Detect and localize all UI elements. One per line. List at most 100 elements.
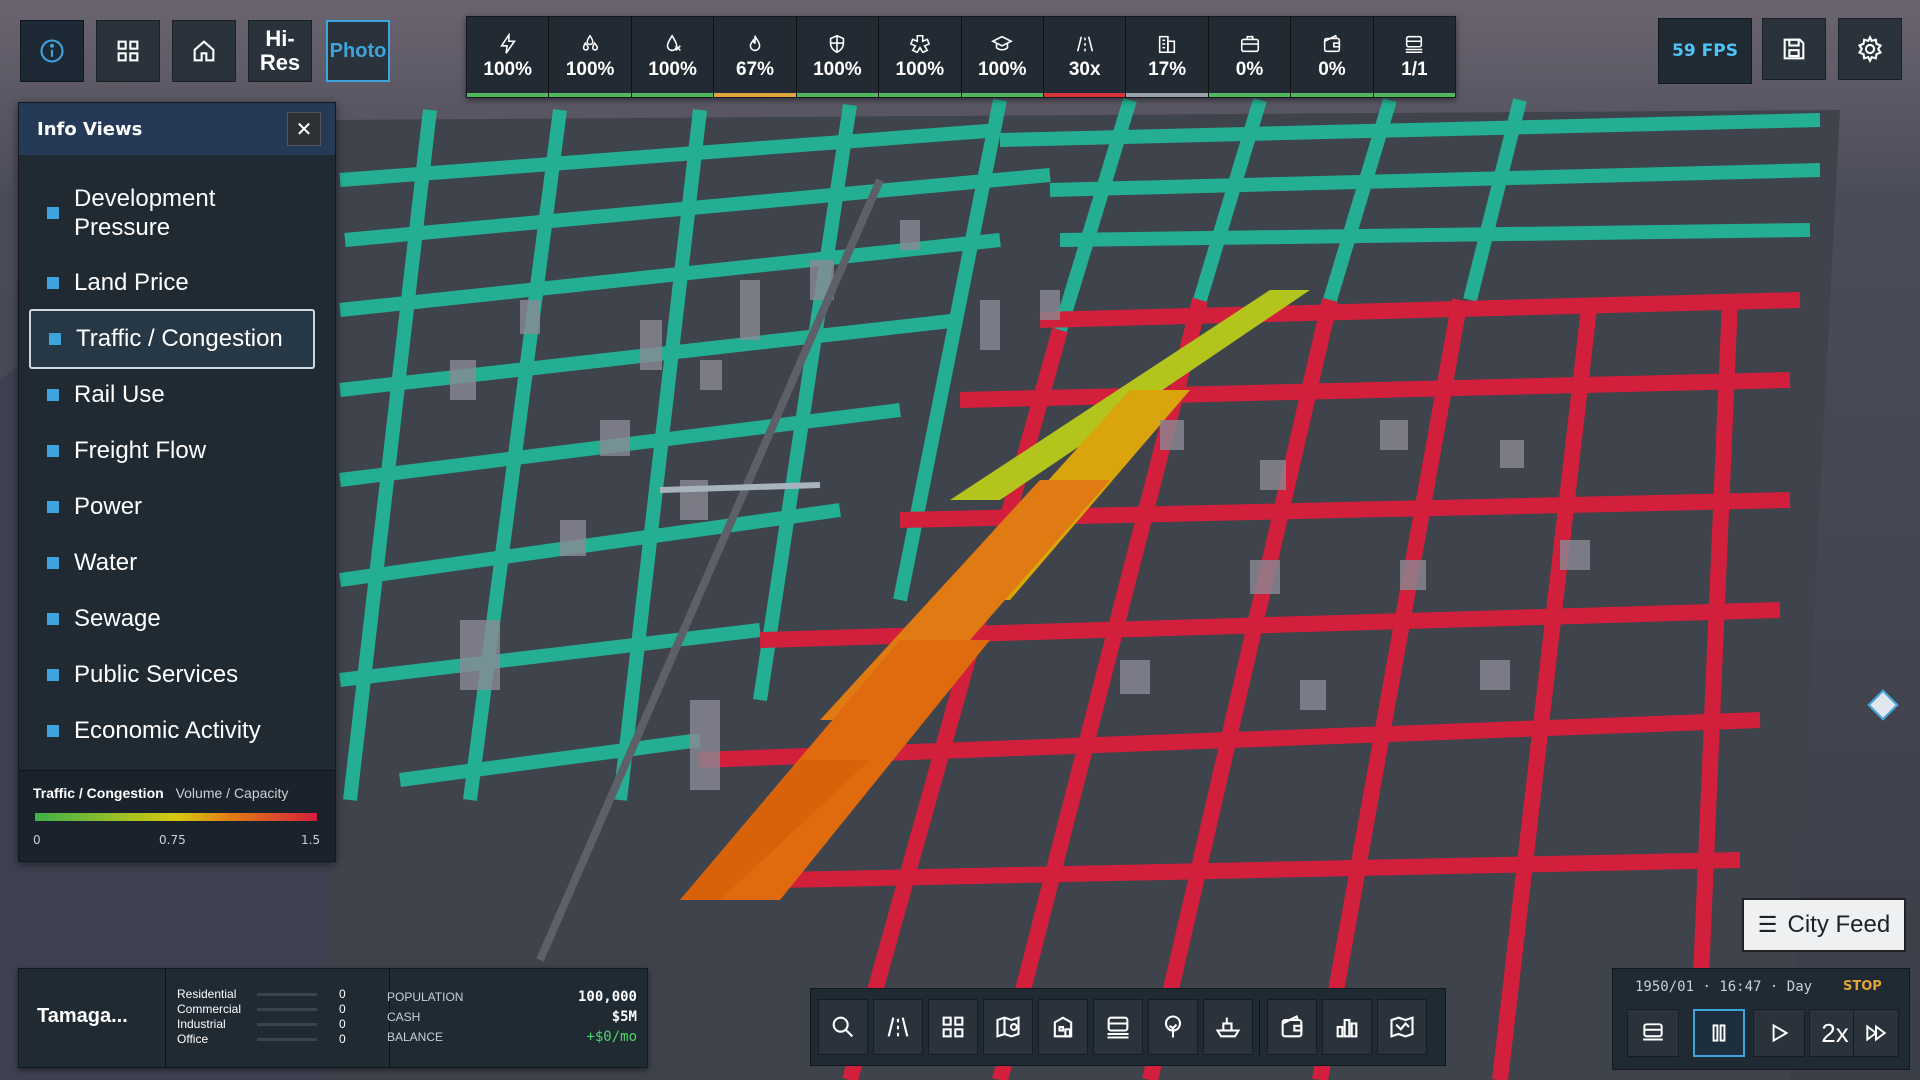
stat-value: 67% bbox=[735, 59, 774, 80]
parks-button[interactable] bbox=[1147, 999, 1198, 1055]
info-circle-icon bbox=[40, 39, 64, 63]
info-view-water[interactable]: Water bbox=[29, 541, 311, 585]
info-view-label: Freight Flow bbox=[74, 437, 207, 464]
build-toolbar bbox=[810, 988, 1446, 1066]
close-icon: ✕ bbox=[295, 117, 313, 141]
city-feed-label: City Feed bbox=[1787, 911, 1891, 938]
stat-traffic[interactable]: 30x bbox=[1043, 17, 1127, 97]
photo-mode-button[interactable]: Photo bbox=[326, 20, 390, 82]
stat-water[interactable]: 100% bbox=[549, 17, 632, 97]
square-bullet-icon bbox=[47, 277, 59, 289]
hi-res-label-2: Res bbox=[259, 50, 301, 75]
game-date-time: 1950/01 · 16:47 · Day bbox=[1635, 979, 1813, 995]
road-icon bbox=[887, 1017, 908, 1037]
day-period: Day bbox=[1786, 979, 1813, 995]
zone-demand-list: Residential 0 Commercial 0 Industrial 0 Off… bbox=[177, 987, 387, 1047]
search-button[interactable] bbox=[817, 999, 868, 1055]
cash-value: $5M bbox=[611, 1009, 637, 1025]
stat-jobs[interactable]: 0% bbox=[1208, 17, 1292, 97]
square-bullet-icon bbox=[47, 613, 59, 625]
ports-button[interactable] bbox=[1202, 999, 1253, 1055]
stat-buildings[interactable]: 17% bbox=[1126, 17, 1209, 97]
fire-icon bbox=[749, 35, 761, 52]
settings-button[interactable] bbox=[1838, 18, 1902, 80]
zones-button[interactable] bbox=[927, 999, 978, 1055]
info-view-label: Economic Activity bbox=[74, 717, 261, 744]
legend-subtitle: Volume / Capacity bbox=[175, 785, 289, 801]
info-view-rail-use[interactable]: Rail Use bbox=[29, 373, 311, 417]
rail-button[interactable] bbox=[1092, 999, 1143, 1055]
buildings-button[interactable] bbox=[1037, 999, 1088, 1055]
info-view-traffic-congestion[interactable]: Traffic / Congestion bbox=[29, 309, 315, 369]
stat-police[interactable]: 100% bbox=[796, 17, 880, 97]
stat-value: 0% bbox=[1318, 59, 1346, 80]
square-bullet-icon bbox=[47, 207, 59, 219]
city-feed-button[interactable]: ☰ City Feed bbox=[1742, 898, 1906, 952]
stat-value: 100% bbox=[895, 59, 945, 80]
close-button[interactable]: ✕ bbox=[287, 112, 321, 146]
legend-gradient-bar bbox=[35, 813, 317, 821]
info-view-label: Water bbox=[74, 549, 138, 576]
info-view-land-price[interactable]: Land Price bbox=[29, 261, 311, 305]
ship-icon bbox=[1215, 1017, 1240, 1038]
stat-health[interactable]: 100% bbox=[879, 17, 962, 97]
districts-button[interactable] bbox=[982, 999, 1033, 1055]
square-bullet-icon bbox=[47, 557, 59, 569]
map-pin-icon bbox=[995, 1016, 1020, 1038]
hi-res-button[interactable]: Hi- Res bbox=[248, 20, 312, 82]
population-label: POPULATION bbox=[387, 990, 464, 1004]
info-view-freight-flow[interactable]: Freight Flow bbox=[29, 429, 311, 473]
info-view-label: Public Services bbox=[74, 661, 239, 688]
info-views-header: Info Views ✕ bbox=[19, 103, 335, 155]
stat-transit[interactable]: 1/1 bbox=[1373, 17, 1456, 97]
stat-power[interactable]: 100% bbox=[467, 17, 550, 97]
zone-label: Office bbox=[177, 1032, 209, 1046]
zone-row-commercial: Commercial 0 bbox=[177, 1002, 387, 1017]
finance-summary: POPULATION 100,000 CASH $5M BALANCE +$0/mo bbox=[387, 987, 637, 1047]
legend-min: 0 bbox=[33, 833, 41, 847]
building-icon bbox=[1158, 35, 1176, 54]
stat-sewage[interactable]: 100% bbox=[631, 17, 715, 97]
sewage-drop-icon bbox=[666, 34, 681, 52]
stat-education[interactable]: 100% bbox=[961, 17, 1044, 97]
square-bullet-icon bbox=[47, 501, 59, 513]
city-info-panel: Tamaga... Residential 0 Commercial 0 Indus… bbox=[18, 968, 648, 1068]
stat-value: 30x bbox=[1068, 59, 1101, 80]
info-view-development-pressure[interactable]: Development Pressure bbox=[29, 183, 311, 243]
congestion-legend: Traffic / Congestion Volume / Capacity 0… bbox=[19, 770, 335, 861]
overlay-toggle-button[interactable] bbox=[1627, 1009, 1679, 1057]
stat-value: 100% bbox=[483, 59, 533, 80]
health-icon bbox=[909, 34, 930, 54]
info-view-label: Pressure bbox=[74, 214, 171, 241]
pause-button[interactable] bbox=[1693, 1009, 1745, 1057]
wallet-icon bbox=[1323, 34, 1341, 53]
info-view-label: Sewage bbox=[74, 605, 161, 632]
map-view-button[interactable] bbox=[1376, 999, 1427, 1055]
home-button[interactable] bbox=[172, 20, 236, 82]
square-bullet-icon bbox=[47, 445, 59, 457]
speed-label: 2x bbox=[1821, 1017, 1849, 1048]
info-view-economic-activity[interactable]: Economic Activity bbox=[29, 709, 311, 753]
budget-button[interactable] bbox=[1266, 999, 1317, 1055]
zone-label: Commercial bbox=[177, 1002, 242, 1016]
zone-row-office: Office 0 bbox=[177, 1032, 387, 1047]
fast-forward-button[interactable] bbox=[1853, 1009, 1899, 1057]
city-name[interactable]: Tamaga... bbox=[37, 1005, 128, 1028]
info-view-power[interactable]: Power bbox=[29, 485, 311, 529]
info-view-sewage[interactable]: Sewage bbox=[29, 597, 311, 641]
info-view-public-services[interactable]: Public Services bbox=[29, 653, 311, 697]
stat-fire[interactable]: 67% bbox=[714, 17, 797, 97]
dashboard-button[interactable] bbox=[96, 20, 160, 82]
stat-value: 100% bbox=[813, 59, 862, 80]
save-button[interactable] bbox=[1762, 18, 1826, 80]
info-views-button[interactable] bbox=[20, 20, 84, 82]
roads-button[interactable] bbox=[872, 999, 923, 1055]
fps-counter: 59 FPS bbox=[1658, 18, 1752, 84]
stat-budget[interactable]: 0% bbox=[1291, 17, 1374, 97]
statistics-button[interactable] bbox=[1321, 999, 1372, 1055]
cash-label: CASH bbox=[387, 1010, 421, 1024]
square-bullet-icon bbox=[47, 725, 59, 737]
photo-label: Photo bbox=[329, 39, 387, 62]
fps-value: 59 FPS bbox=[1672, 41, 1738, 61]
play-button[interactable] bbox=[1753, 1009, 1805, 1057]
